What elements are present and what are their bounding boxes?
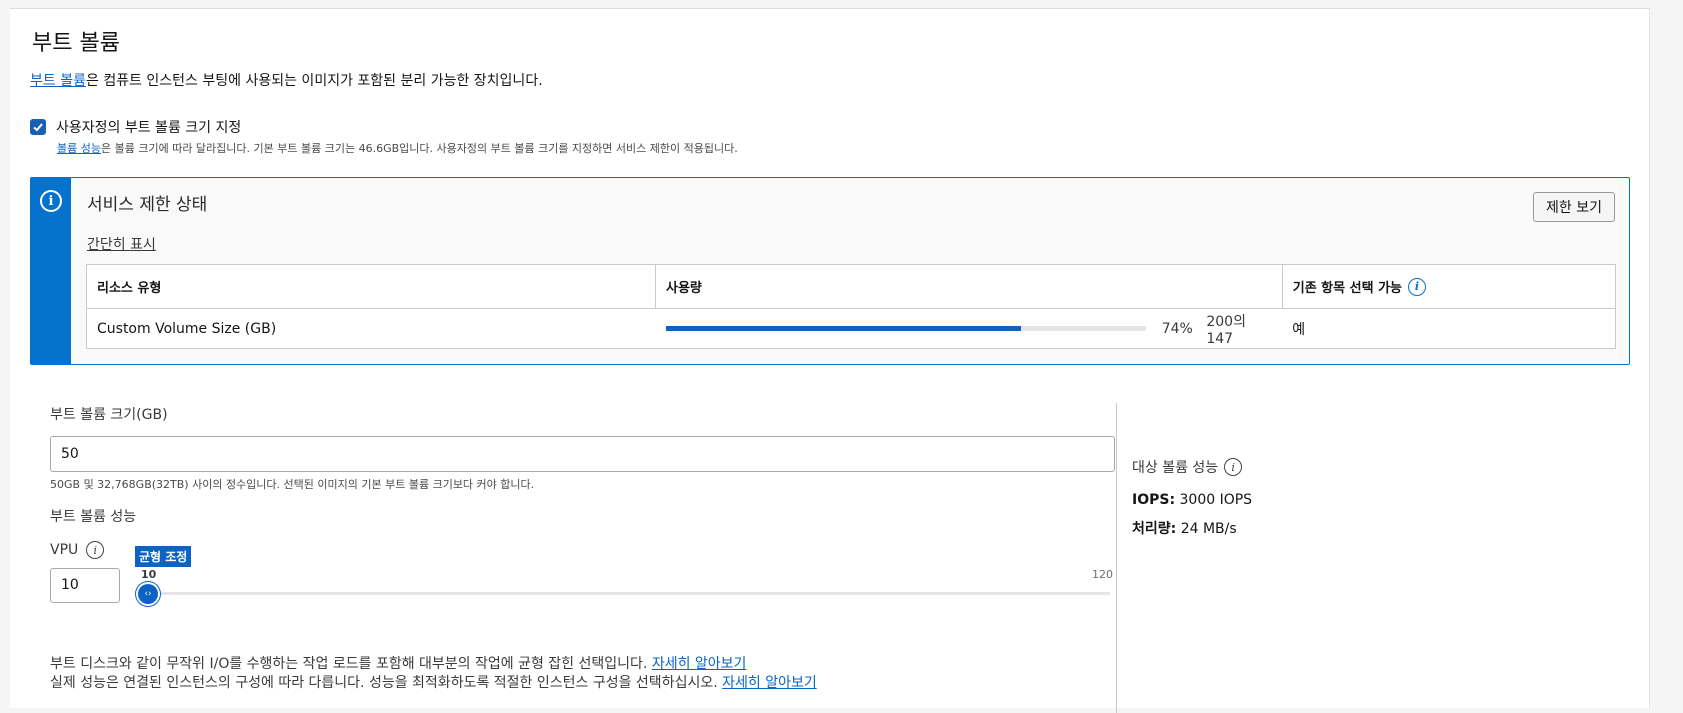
throughput-value: 24 MB/s [1176, 521, 1237, 537]
vpu-input[interactable]: 10 [50, 568, 120, 603]
section-title: 부트 볼륨 [32, 31, 120, 56]
help-icon[interactable]: i [1408, 277, 1426, 296]
resource-cell: Custom Volume Size (GB) [97, 320, 277, 337]
custom-size-label: 사용자정의 부트 볼륨 크기 지정 [56, 120, 242, 136]
throughput-line: 처리량: 24 MB/s [1132, 518, 1237, 538]
intro-text: 은 컴퓨트 인스턴스 부팅에 사용되는 이미지가 포함된 분리 가능한 장치입니… [85, 73, 543, 89]
iops-value: 3000 IOPS [1175, 492, 1253, 508]
column-header-resource[interactable]: 리소스 유형 [86, 264, 656, 309]
learn-more-link-1[interactable]: 자세히 알아보기 [652, 656, 747, 672]
vpu-slider-handle[interactable]: ‹› [138, 584, 158, 604]
info-bar: i [31, 178, 71, 364]
boot-size-hint: 50GB 및 32,768GB(32TB) 사이의 정수입니다. 선택된 이미지… [50, 478, 535, 491]
column-header-available[interactable]: 기존 항목 선택 가능 i [1282, 264, 1616, 309]
usage-count: 200의 147 [1206, 313, 1246, 347]
available-header-label: 기존 항목 선택 가능 [1292, 281, 1402, 296]
vpu-label-row: VPU i [50, 541, 105, 559]
boot-volume-panel: 부트 볼륨 부트 볼륨은 컴퓨트 인스턴스 부팅에 사용되는 이미지가 포함된 … [10, 8, 1650, 713]
available-cell: 예 [1292, 321, 1306, 338]
note-2-text: 실제 성능은 연결된 인스턴스의 구성에 따라 다릅니다. 성능을 최적화하도록… [50, 675, 723, 691]
vpu-slider-track[interactable] [140, 592, 1110, 595]
table-row: Custom Volume Size (GB) 74% 200의 147 예 [87, 309, 1616, 349]
iops-line: IOPS: 3000 IOPS [1132, 492, 1252, 508]
usage-percent: 74% [1161, 320, 1193, 337]
usage-cell: 74% 200의 147 [656, 309, 1283, 349]
boot-size-input[interactable]: 50 [50, 436, 1115, 472]
performance-note-1: 부트 디스크와 같이 무작위 I/O를 수행하는 작업 로드를 포함해 대부분의… [50, 653, 746, 673]
slider-value-tag: 균형 조정 [135, 546, 192, 567]
target-performance-title: 대상 볼륨 성능 [1132, 460, 1219, 476]
custom-size-help: 볼륨 성능은 볼륨 크기에 따라 달라집니다. 기본 부트 볼륨 크기는 46.… [57, 140, 738, 156]
vpu-label: VPU [50, 542, 79, 558]
service-limits-title: 서비스 제한 상태 [87, 195, 208, 215]
note-1-text: 부트 디스크와 같이 무작위 I/O를 수행하는 작업 로드를 포함해 대부분의… [50, 656, 652, 672]
service-limits-box: i 서비스 제한 상태 간단히 표시 제한 보기 리소스 유형 사용량 기존 항… [30, 177, 1630, 365]
slider-min-label: 10 [141, 568, 157, 581]
custom-size-help-text: 은 볼륨 크기에 따라 달라집니다. 기본 부트 볼륨 크기는 46.6GB입니… [100, 142, 738, 155]
limits-table-header: 리소스 유형 사용량 기존 항목 선택 가능 i [86, 264, 1616, 309]
usage-progress-fill [665, 326, 1021, 331]
performance-label: 부트 볼륨 성능 [50, 509, 137, 525]
target-performance-title-row: 대상 볼륨 성능 i [1132, 457, 1243, 477]
volume-performance-link[interactable]: 볼륨 성능 [57, 142, 101, 155]
section-intro: 부트 볼륨은 컴퓨트 인스턴스 부팅에 사용되는 이미지가 포함된 분리 가능한… [30, 70, 543, 90]
custom-size-checkbox-row[interactable]: 사용자정의 부트 볼륨 크기 지정 [30, 117, 241, 137]
custom-size-checkbox[interactable] [30, 119, 46, 135]
checkmark-icon [33, 123, 43, 132]
performance-note-2: 실제 성능은 연결된 인스턴스의 구성에 따라 다릅니다. 성능을 최적화하도록… [50, 672, 817, 692]
boot-size-label-row: 부트 볼륨 크기(GB) [50, 404, 1110, 424]
throughput-label: 처리량: [1132, 521, 1177, 537]
info-icon: i [40, 190, 62, 212]
column-header-usage[interactable]: 사용량 [655, 264, 1283, 309]
learn-more-link-2[interactable]: 자세히 알아보기 [722, 675, 817, 691]
limits-table: 리소스 유형 사용량 기존 항목 선택 가능 i Custom Volume Si… [86, 264, 1616, 349]
boot-size-label: 부트 볼륨 크기(GB) [50, 407, 168, 423]
column-divider [1116, 403, 1117, 713]
target-help-icon[interactable]: i [1224, 458, 1243, 476]
vpu-help-icon[interactable]: i [86, 541, 105, 559]
boot-volume-link[interactable]: 부트 볼륨 [30, 73, 86, 89]
show-less-toggle[interactable]: 간단히 표시 [87, 234, 156, 254]
usage-progress-bar [665, 326, 1146, 331]
view-limits-button[interactable]: 제한 보기 [1533, 192, 1615, 222]
slider-max-label: 120 [1092, 568, 1113, 581]
iops-label: IOPS: [1132, 492, 1176, 508]
